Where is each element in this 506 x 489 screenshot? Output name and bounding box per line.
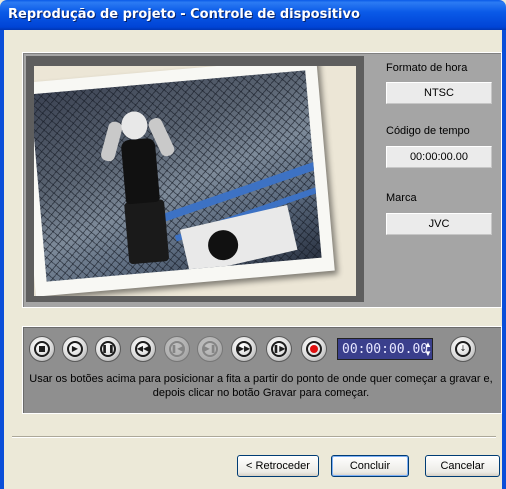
cancel-button[interactable]: Cancelar bbox=[425, 455, 500, 477]
instruction-text: Usar os botões acima para posicionar a f… bbox=[29, 373, 493, 399]
window-frame-left bbox=[0, 30, 4, 489]
preview-background bbox=[34, 66, 356, 296]
time-format-label: Formato de hora bbox=[386, 62, 468, 74]
settings-panel: Formato de hora NTSC Código de tempo 00:… bbox=[376, 56, 496, 302]
pause-icon: ❚❚ bbox=[100, 341, 116, 357]
brand-label: Marca bbox=[386, 192, 417, 204]
back-button[interactable]: < Retroceder bbox=[237, 455, 319, 477]
photo-frame bbox=[34, 66, 335, 296]
time-format-value: NTSC bbox=[386, 82, 492, 104]
footer-divider bbox=[12, 436, 496, 438]
title-bar: Reprodução de projeto - Controle de disp… bbox=[0, 0, 506, 30]
timecode-spinner[interactable]: ▲ ▼ bbox=[423, 338, 433, 360]
stop-icon bbox=[34, 341, 50, 357]
fast-forward-icon: ▶▶ bbox=[236, 341, 252, 357]
brand-value: JVC bbox=[386, 213, 492, 235]
video-preview bbox=[26, 56, 364, 302]
record-button[interactable] bbox=[301, 336, 327, 362]
timecode-label: Código de tempo bbox=[386, 125, 470, 137]
step-forward-icon: ▶❚ bbox=[202, 341, 218, 357]
rewind-icon: ◀◀ bbox=[135, 341, 151, 357]
spin-down-icon[interactable]: ▼ bbox=[424, 349, 432, 358]
next-frame-icon: ❚▶ bbox=[271, 341, 287, 357]
timecode-value: 00:00:00.00 bbox=[386, 146, 492, 168]
finish-button[interactable]: Concluir bbox=[331, 455, 409, 477]
window-title: Reprodução de projeto - Controle de disp… bbox=[8, 7, 360, 22]
pause-button[interactable]: ❚❚ bbox=[95, 336, 121, 362]
step-back-icon: ❚◀ bbox=[169, 341, 185, 357]
window-frame-right bbox=[502, 30, 506, 489]
play-button[interactable]: ▶ bbox=[62, 336, 88, 362]
next-frame-button[interactable]: ❚▶ bbox=[266, 336, 292, 362]
spin-up-icon[interactable]: ▲ bbox=[424, 340, 432, 349]
timecode-input[interactable]: 00:00:00.00 bbox=[337, 338, 433, 360]
stop-button[interactable] bbox=[29, 336, 55, 362]
preview-image bbox=[34, 70, 322, 282]
step-forward-button[interactable]: ▶❚ bbox=[197, 336, 223, 362]
rewind-button[interactable]: ◀◀ bbox=[130, 336, 156, 362]
fast-forward-button[interactable]: ▶▶ bbox=[231, 336, 257, 362]
record-icon bbox=[306, 341, 322, 357]
goto-icon: ↓ bbox=[455, 341, 471, 357]
step-back-button[interactable]: ❚◀ bbox=[164, 336, 190, 362]
play-icon: ▶ bbox=[67, 341, 83, 357]
goto-button[interactable]: ↓ bbox=[450, 336, 476, 362]
